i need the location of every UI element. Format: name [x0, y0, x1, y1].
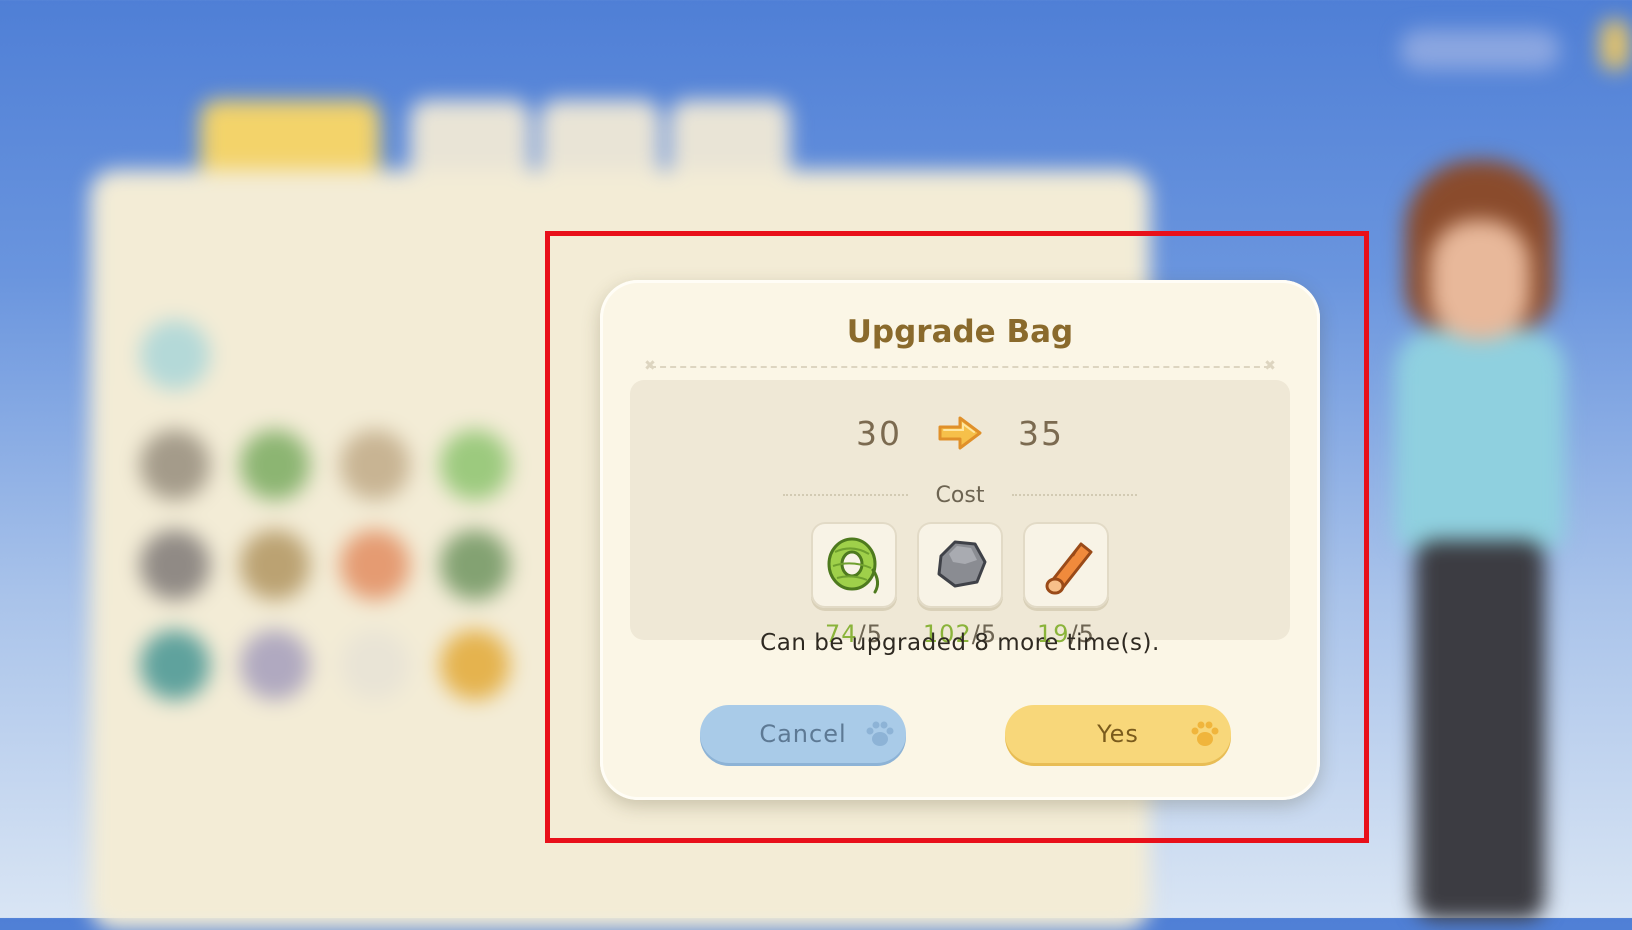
arrow-right-icon — [936, 413, 984, 453]
bg-item — [440, 630, 510, 700]
bg-tab — [200, 100, 380, 170]
capacity-row: 30 35 — [630, 408, 1290, 458]
bg-tab — [410, 100, 530, 170]
bg-tab — [670, 100, 790, 170]
capacity-new: 35 — [1018, 413, 1064, 453]
item-slot[interactable] — [917, 522, 1003, 608]
bg-item — [340, 430, 410, 500]
bg-character — [1395, 160, 1565, 920]
cancel-button[interactable]: Cancel — [700, 705, 906, 763]
stone-icon — [927, 530, 993, 600]
title-divider — [650, 366, 1270, 368]
item-slot[interactable] — [811, 522, 897, 608]
bg-item — [440, 430, 510, 500]
item-slot[interactable] — [1023, 522, 1109, 608]
bg-item — [140, 530, 210, 600]
yes-button-label: Yes — [1097, 720, 1139, 748]
bg-item — [140, 630, 210, 700]
divider-knot-icon: ✖ — [1264, 358, 1276, 374]
upgrade-info-panel: 30 35 Cost 74/5 102/5 19/5 — [630, 380, 1290, 648]
yes-button[interactable]: Yes — [1005, 705, 1231, 763]
bg-currency-icon — [1600, 20, 1630, 70]
cancel-button-label: Cancel — [759, 720, 847, 748]
bg-currency-bar — [1400, 30, 1560, 70]
bg-item — [340, 630, 410, 700]
dialog-title: Upgrade Bag — [846, 314, 1074, 350]
rope-coil-icon — [821, 530, 887, 600]
cost-header: Cost — [630, 480, 1290, 510]
bg-item — [240, 530, 310, 600]
bg-item — [440, 530, 510, 600]
cost-label: Cost — [935, 482, 985, 508]
upgrade-remaining-note: Can be upgraded 8 more time(s). — [760, 630, 1160, 656]
divider-knot-icon: ✖ — [644, 358, 656, 374]
bg-tab — [540, 100, 660, 170]
bg-item — [140, 320, 210, 390]
dotted-line — [782, 494, 908, 496]
bg-item — [140, 430, 210, 500]
capacity-current: 30 — [856, 413, 902, 453]
paw-icon — [1189, 719, 1221, 749]
wood-log-icon — [1033, 530, 1099, 600]
bg-item — [340, 530, 410, 600]
dotted-line — [1012, 494, 1138, 496]
upgrade-bag-dialog: Upgrade Bag ✖ ✖ 30 35 Cost 74/5 102/5 19… — [600, 280, 1320, 800]
paw-icon — [864, 719, 896, 749]
bg-item — [240, 430, 310, 500]
bg-item — [240, 630, 310, 700]
